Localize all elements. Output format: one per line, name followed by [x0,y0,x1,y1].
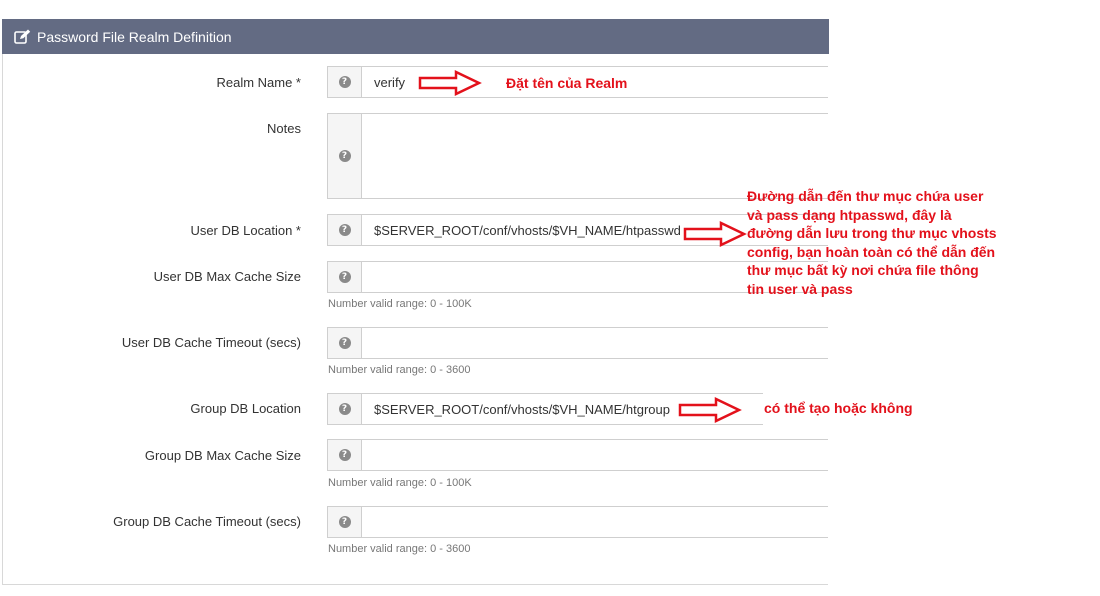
group-db-cache-timeout-hint: Number valid range: 0 - 3600 [328,543,471,555]
annotation-line: config, bạn hoàn toàn có thể dẫn đến [747,243,996,260]
question-circle-icon: ? [338,403,351,415]
group-db-max-cache-label: Group DB Max Cache Size [144,448,301,463]
annotation-realm-name: Đặt tên của Realm [506,75,628,91]
question-circle-icon: ? [338,150,351,162]
annotation-line: Đường dẫn đến thư mục chứa user [747,188,984,204]
annotation-group-db: có thể tạo hoặc không [764,400,913,416]
annotation-arrow-group-db [678,397,742,423]
annotation-line: tin user và pass [747,280,853,297]
annotation-user-db: Đường dẫn đến thư mục chứa user và pass … [747,187,997,298]
group-db-cache-timeout-label: Group DB Cache Timeout (secs) [113,514,301,529]
annotation-line: đường dẫn lưu trong thư mục vhosts [747,225,997,241]
user-db-max-cache-hint: Number valid range: 0 - 100K [328,298,472,310]
group-db-max-cache-hint: Number valid range: 0 - 100K [328,477,472,489]
panel-title: Password File Realm Definition [37,28,232,45]
user-db-cache-timeout-hint: Number valid range: 0 - 3600 [328,364,471,376]
question-circle-icon: ? [338,516,351,528]
help-button[interactable]: ? [328,507,362,537]
question-circle-icon: ? [338,449,351,461]
user-db-location-label: User DB Location * [190,223,301,238]
realm-name-label: Realm Name * [216,75,301,90]
annotation-arrow-realm [418,70,482,96]
question-circle-icon: ? [338,271,351,283]
group-db-max-cache-input[interactable] [362,440,828,470]
question-circle-icon: ? [338,76,351,88]
user-db-cache-timeout-field[interactable]: ? [327,327,828,359]
help-button[interactable]: ? [328,262,362,292]
help-button[interactable]: ? [328,440,362,470]
help-button[interactable]: ? [328,67,362,97]
panel-header: Password File Realm Definition [2,19,829,54]
user-db-cache-timeout-label: User DB Cache Timeout (secs) [121,335,301,350]
help-button[interactable]: ? [328,114,362,198]
notes-textarea[interactable] [362,114,828,198]
help-button[interactable]: ? [328,215,362,245]
annotation-arrow-user-db [683,221,747,247]
help-button[interactable]: ? [328,328,362,358]
notes-label: Notes [267,121,301,136]
question-circle-icon: ? [338,224,351,236]
annotation-line: và pass dạng htpasswd, đây là [747,206,952,223]
question-circle-icon: ? [338,337,351,349]
user-db-cache-timeout-input[interactable] [362,328,828,358]
edit-icon [14,29,31,44]
group-db-location-label: Group DB Location [190,401,301,416]
user-db-max-cache-label: User DB Max Cache Size [153,269,301,284]
help-button[interactable]: ? [328,394,362,424]
group-db-cache-timeout-field[interactable]: ? [327,506,828,538]
annotation-line: thư mục bất kỳ nơi chứa file thông [747,262,979,278]
group-db-cache-timeout-input[interactable] [362,507,828,537]
group-db-max-cache-field[interactable]: ? [327,439,828,471]
